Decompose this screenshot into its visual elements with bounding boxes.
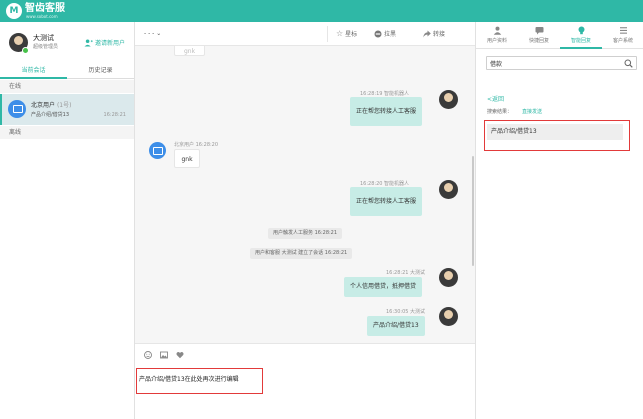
- chat-panel: - - - ⌄ ☆ 星标 拉黑 转接 gnk 16:28:19 智能机器人 正在…: [135, 22, 475, 419]
- transfer-button[interactable]: 转接: [423, 29, 445, 38]
- invite-user-label: 邀请新用户: [95, 40, 126, 47]
- highlight-box: [484, 120, 630, 151]
- star-button[interactable]: ☆ 星标: [336, 29, 357, 38]
- send-directly-link[interactable]: 直接发送: [522, 108, 542, 115]
- brand-name: 智齿客服: [25, 3, 65, 14]
- tab-smart-reply[interactable]: 智能回复: [560, 22, 602, 49]
- divider: [327, 26, 328, 42]
- menu-icon: [619, 27, 627, 34]
- message-meta: 16:28:20 智能机器人: [360, 181, 410, 187]
- message-meta: 16:28:19 智能机器人: [360, 91, 410, 97]
- session-time: 16:28:21: [103, 112, 126, 118]
- message-editor[interactable]: 产品介绍/借贷13在此处再次进行编辑: [135, 343, 475, 419]
- agent-avatar: [439, 90, 458, 109]
- top-bar: M 智齿客服 www.sobot.com: [0, 0, 643, 22]
- message-list[interactable]: gnk 16:28:19 智能机器人 正在帮您转接人工客服 北京用户 16:28…: [135, 46, 475, 343]
- agent-avatar: [439, 180, 458, 199]
- block-button[interactable]: 拉黑: [374, 29, 396, 38]
- satisfaction-icon[interactable]: [176, 351, 184, 359]
- queue-selector[interactable]: - - - ⌄: [144, 30, 161, 37]
- brand-url: www.sobot.com: [26, 14, 58, 19]
- app-logo: M: [6, 3, 22, 19]
- search-input[interactable]: [490, 58, 618, 68]
- highlight-box: [136, 368, 263, 394]
- agent-name: 大测试: [33, 34, 54, 42]
- tab-quick-reply[interactable]: 快捷回复: [518, 22, 560, 49]
- message-bubble: 正在帮您转接人工客服: [350, 187, 423, 216]
- session-preview: 产品介绍/借贷13: [31, 112, 70, 118]
- message-bubble: 产品介绍/借贷13: [367, 316, 425, 336]
- side-tabs: 用户资料 快捷回复 智能回复 客户系统: [476, 22, 643, 49]
- agent-avatar: [439, 307, 458, 326]
- image-icon[interactable]: [160, 351, 168, 359]
- back-link[interactable]: <返回: [487, 94, 504, 103]
- session-panel: 大测试 超级管理员 邀请新用户 当前会话 历史记录 在线 北京用户 (1号) 产…: [0, 22, 135, 419]
- invite-user-button[interactable]: 邀请新用户: [84, 38, 125, 47]
- side-panel: 用户资料 快捷回复 智能回复 客户系统 <返回 搜索结果： 直接发送 产品介绍/…: [475, 22, 643, 419]
- monitor-icon: [8, 100, 26, 118]
- search-result-label: 搜索结果：: [487, 109, 513, 115]
- scrollbar[interactable]: [472, 156, 474, 266]
- agent-avatar: [439, 268, 458, 287]
- search-icon[interactable]: [624, 59, 633, 68]
- session-tag: (1号): [56, 102, 72, 109]
- monitor-icon: [149, 142, 166, 159]
- message-bubble: gnk: [174, 149, 200, 168]
- system-notice: 用户和客服 大测试 建立了会话 16:28:21: [250, 248, 353, 259]
- emoji-icon[interactable]: [144, 351, 152, 359]
- tab-history[interactable]: 历史记录: [67, 63, 134, 79]
- lightbulb-icon: [578, 26, 584, 35]
- session-item[interactable]: 北京用户 (1号) 产品介绍/借贷13 16:28:21: [0, 94, 134, 125]
- chevron-down-icon: ⌄: [156, 30, 162, 37]
- chat-header: - - - ⌄ ☆ 星标 拉黑 转接: [135, 22, 475, 46]
- message-bubble: 正在帮您转接人工客服: [350, 97, 423, 126]
- session-name: 北京用户 (1号): [31, 102, 72, 109]
- share-icon: [423, 30, 431, 37]
- tab-current-sessions[interactable]: 当前会话: [0, 63, 67, 79]
- star-icon: ☆: [336, 29, 344, 38]
- system-notice: 用户触发人工服务 16:28:21: [268, 228, 343, 239]
- group-offline[interactable]: 离线: [0, 126, 134, 139]
- block-icon: [374, 30, 382, 37]
- chat-icon: [535, 27, 543, 35]
- group-online[interactable]: 在线: [0, 80, 134, 93]
- message-bubble: gnk: [174, 46, 205, 56]
- session-tabs: 当前会话 历史记录: [0, 63, 134, 79]
- agent-role: 超级管理员: [33, 44, 59, 50]
- tab-customer-system[interactable]: 客户系统: [602, 22, 643, 49]
- add-user-icon: [84, 38, 93, 47]
- online-status-icon: [22, 47, 29, 54]
- message-bubble: 个人信用借贷，抵押借贷: [344, 277, 423, 297]
- user-icon: [493, 26, 501, 35]
- tab-user-profile[interactable]: 用户资料: [476, 22, 518, 49]
- message-meta: 北京用户 16:28:20: [174, 142, 219, 148]
- message-meta: 16:28:21 大测试: [386, 270, 426, 276]
- smart-reply-search: [486, 56, 637, 70]
- message-meta: 16:30:05 大测试: [386, 309, 426, 315]
